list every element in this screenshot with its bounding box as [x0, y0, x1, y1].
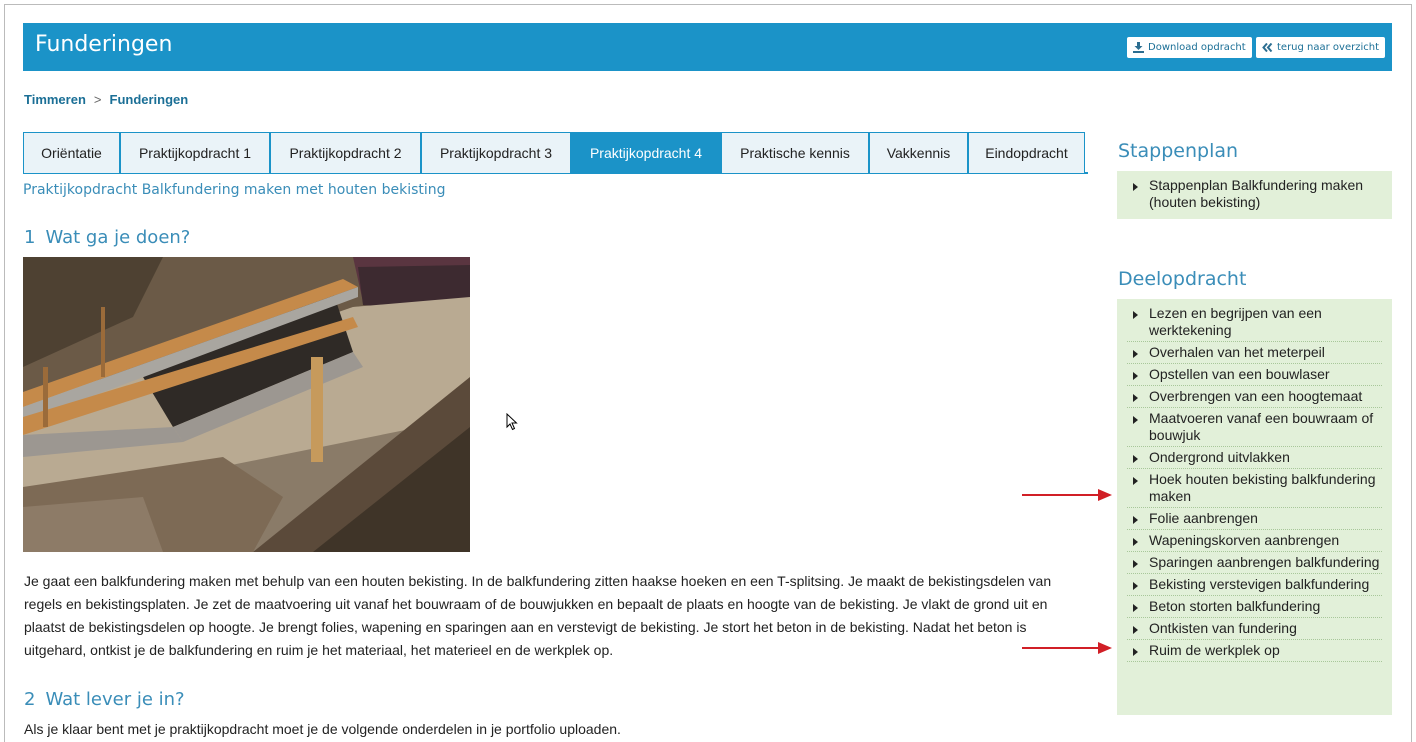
back-label: terug naar overzicht: [1277, 42, 1380, 53]
section-title: Wat lever je in?: [45, 689, 185, 710]
deelopdracht-item-label: Ondergrond uitvlakken: [1149, 449, 1290, 465]
triangle-right-icon: [1133, 350, 1138, 358]
deelopdracht-item[interactable]: Overhalen van het meterpeil: [1127, 342, 1382, 364]
triangle-right-icon: [1133, 538, 1138, 546]
triangle-right-icon: [1133, 455, 1138, 463]
deelopdracht-item[interactable]: Beton storten balkfundering: [1127, 596, 1382, 618]
triangle-right-icon: [1133, 648, 1138, 656]
triangle-right-icon: [1133, 183, 1138, 191]
deelopdracht-item[interactable]: Ondergrond uitvlakken: [1127, 447, 1382, 469]
download-label: Download opdracht: [1148, 42, 1246, 53]
back-to-overview-button[interactable]: terug naar overzicht: [1256, 37, 1386, 58]
deelopdracht-item[interactable]: Opstellen van een bouwlaser: [1127, 364, 1382, 386]
section-heading-2: 2 Wat lever je in?: [24, 689, 185, 710]
page-header: Funderingen Download opdracht terug naar…: [23, 23, 1392, 71]
deelopdracht-heading: Deelopdracht: [1118, 268, 1247, 290]
stappenplan-list: Stappenplan Balkfundering maken (houten …: [1117, 171, 1392, 219]
tab-eindopdracht[interactable]: Eindopdracht: [968, 132, 1085, 173]
intro-paragraph: Je gaat een balkfundering maken met behu…: [24, 573, 1052, 658]
triangle-right-icon: [1133, 604, 1138, 612]
section-heading-1: 1 Wat ga je doen?: [24, 227, 190, 248]
triangle-right-icon: [1133, 311, 1138, 319]
formwork-photo: [23, 257, 470, 552]
deelopdracht-item-label: Hoek houten bekisting balkfundering make…: [1149, 471, 1376, 504]
deelopdracht-item-label: Ontkisten van fundering: [1149, 620, 1297, 636]
tab-praktijkopdracht-3[interactable]: Praktijkopdracht 3: [421, 132, 571, 173]
deelopdracht-item[interactable]: Hoek houten bekisting balkfundering make…: [1127, 469, 1382, 508]
tab-praktijkopdracht-4[interactable]: Praktijkopdracht 4: [571, 132, 721, 173]
stappenplan-link[interactable]: Stappenplan Balkfundering maken (houten …: [1127, 175, 1382, 213]
triangle-right-icon: [1133, 477, 1138, 485]
double-chevron-left-icon: [1262, 43, 1273, 52]
triangle-right-icon: [1133, 582, 1138, 590]
red-arrow-icon: [1022, 489, 1112, 501]
deelopdracht-item-label: Folie aanbrengen: [1149, 510, 1258, 526]
download-button[interactable]: Download opdracht: [1127, 37, 1252, 58]
deelopdracht-item[interactable]: Wapeningskorven aanbrengen: [1127, 530, 1382, 552]
triangle-right-icon: [1133, 626, 1138, 634]
triangle-right-icon: [1133, 516, 1138, 524]
mouse-pointer-icon: [506, 413, 518, 431]
red-arrow-icon: [1022, 642, 1112, 654]
deelopdracht-item[interactable]: Overbrengen van een hoogtemaat: [1127, 386, 1382, 408]
section-title: Wat ga je doen?: [45, 227, 191, 248]
deelopdracht-item[interactable]: Maatvoeren vanaf een bouwraam of bouwjuk: [1127, 408, 1382, 447]
download-icon: [1133, 42, 1144, 53]
deelopdracht-list: Lezen en begrijpen van een werktekening …: [1117, 299, 1392, 715]
tab-vakkennis[interactable]: Vakkennis: [869, 132, 968, 173]
tab-praktische-kennis[interactable]: Praktische kennis: [721, 132, 869, 173]
deelopdracht-item-label: Overbrengen van een hoogtemaat: [1149, 388, 1363, 404]
deelopdracht-item-label: Bekisting verstevigen balkfundering: [1149, 576, 1370, 592]
section-number: 1: [24, 227, 36, 248]
stappenplan-link-label: Stappenplan Balkfundering maken (houten …: [1149, 177, 1364, 210]
deelopdracht-item[interactable]: Lezen en begrijpen van een werktekening: [1127, 303, 1382, 342]
deelopdracht-item[interactable]: Ruim de werkplek op: [1127, 640, 1382, 662]
assignment-subtitle: Praktijkopdracht Balkfundering maken met…: [23, 182, 446, 198]
deelopdracht-item-label: Opstellen van een bouwlaser: [1149, 366, 1330, 382]
deliverables-paragraph: Als je klaar bent met je praktijkopdrach…: [24, 721, 621, 737]
deelopdracht-item[interactable]: Sparingen aanbrengen balkfundering: [1127, 552, 1382, 574]
stappenplan-heading: Stappenplan: [1118, 140, 1239, 162]
breadcrumb-separator: >: [93, 92, 102, 107]
triangle-right-icon: [1133, 560, 1138, 568]
section-number: 2: [24, 689, 36, 710]
tab-praktijkopdracht-2[interactable]: Praktijkopdracht 2: [270, 132, 421, 173]
deelopdracht-item-label: Ruim de werkplek op: [1149, 642, 1280, 658]
deelopdracht-item[interactable]: Bekisting verstevigen balkfundering: [1127, 574, 1382, 596]
deelopdracht-item-label: Maatvoeren vanaf een bouwraam of bouwjuk: [1149, 410, 1374, 443]
breadcrumb: Timmeren > Funderingen: [24, 92, 188, 107]
triangle-right-icon: [1133, 394, 1138, 402]
deelopdracht-item-label: Overhalen van het meterpeil: [1149, 344, 1325, 360]
breadcrumb-link-funderingen[interactable]: Funderingen: [110, 92, 189, 107]
deelopdracht-item-label: Sparingen aanbrengen balkfundering: [1149, 554, 1380, 570]
tab-orientatie[interactable]: Oriëntatie: [23, 132, 120, 173]
breadcrumb-link-timmeren[interactable]: Timmeren: [24, 92, 86, 107]
page-title: Funderingen: [35, 32, 173, 57]
deelopdracht-item-label: Beton storten balkfundering: [1149, 598, 1321, 614]
triangle-right-icon: [1133, 372, 1138, 380]
deelopdracht-item-label: Wapeningskorven aanbrengen: [1149, 532, 1340, 548]
triangle-right-icon: [1133, 416, 1138, 424]
tab-praktijkopdracht-1[interactable]: Praktijkopdracht 1: [120, 132, 270, 173]
deelopdracht-item[interactable]: Ontkisten van fundering: [1127, 618, 1382, 640]
deelopdracht-item[interactable]: Folie aanbrengen: [1127, 508, 1382, 530]
deelopdracht-item-label: Lezen en begrijpen van een werktekening: [1149, 305, 1322, 338]
tab-bar: Oriëntatie Praktijkopdracht 1 Praktijkop…: [23, 132, 1088, 174]
